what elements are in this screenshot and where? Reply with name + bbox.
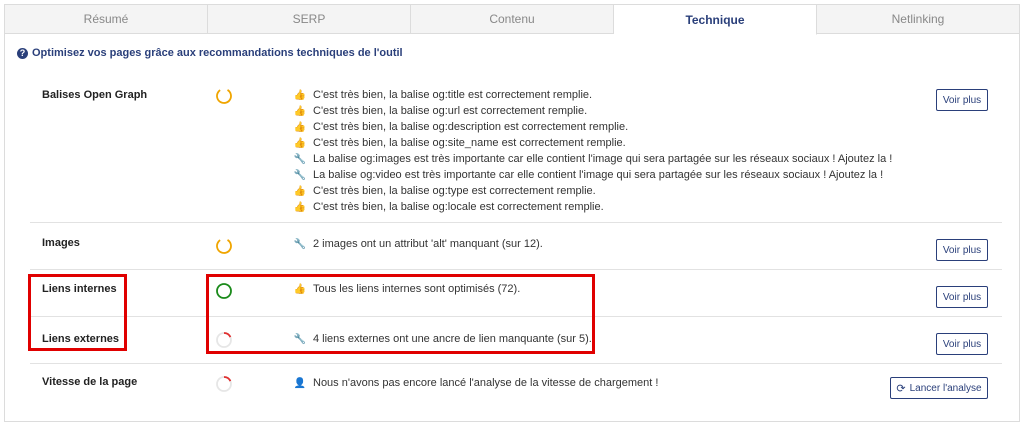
info-text: Optimisez vos pages grâce aux recommanda… bbox=[32, 47, 403, 59]
list-item: 👤 Nous n'avons pas encore lancé l'analyse… bbox=[293, 377, 659, 389]
voir-plus-button[interactable]: Voir plus bbox=[936, 286, 988, 308]
row-label: Images bbox=[42, 237, 80, 249]
row-page-speed: Vitesse de la page 👤 Nous n'avons pas enc… bbox=[30, 364, 1002, 411]
list-item: 👍 C'est très bien, la balise og:locale es… bbox=[293, 201, 604, 213]
message-list: 👤 Nous n'avons pas encore lancé l'analyse… bbox=[293, 375, 659, 391]
list-item: 👍 C'est très bien, la balise og:site_name… bbox=[293, 137, 626, 149]
thumbs-up-icon: 👍 bbox=[293, 137, 307, 149]
thumbs-up-icon: 👍 bbox=[293, 185, 307, 197]
tab-technique[interactable]: Technique bbox=[614, 5, 817, 35]
thumbs-up-icon: 👍 bbox=[293, 121, 307, 133]
thumbs-up-icon: 👍 bbox=[293, 201, 307, 213]
wrench-icon: 🔧 bbox=[293, 169, 307, 181]
list-item: 👍 C'est très bien, la balise og:descripti… bbox=[293, 121, 629, 133]
list-item: 🔧 La balise og:images est très importante… bbox=[293, 153, 893, 165]
list-item: 👍 C'est très bien, la balise og:url est c… bbox=[293, 105, 588, 117]
score-ring-orange bbox=[216, 88, 232, 104]
row-label: Vitesse de la page bbox=[42, 376, 138, 388]
wrench-icon: 🔧 bbox=[293, 238, 307, 250]
tab-serp[interactable]: SERP bbox=[208, 5, 411, 33]
thumbs-up-icon: 👍 bbox=[293, 89, 307, 101]
question-circle-icon: ? bbox=[17, 47, 28, 59]
highlight-box-results bbox=[206, 274, 595, 354]
score-ring-orange bbox=[216, 238, 232, 254]
list-item: 🔧 La balise og:video est très importante … bbox=[293, 169, 884, 181]
tab-bar: Résumé SERP Contenu Technique Netlinking bbox=[5, 5, 1019, 35]
score-ring-red bbox=[216, 376, 232, 392]
highlight-box-labels bbox=[28, 274, 127, 351]
user-icon: 👤 bbox=[293, 377, 307, 389]
row-label: Balises Open Graph bbox=[42, 89, 148, 101]
thumbs-up-icon: 👍 bbox=[293, 105, 307, 117]
list-item: 👍 C'est très bien, la balise og:type est … bbox=[293, 185, 596, 197]
wrench-icon: 🔧 bbox=[293, 153, 307, 165]
run-analysis-button[interactable]: ⟳ Lancer l'analyse bbox=[890, 377, 988, 399]
info-banner: ? Optimisez vos pages grâce aux recomman… bbox=[17, 47, 403, 59]
list-item: 👍 C'est très bien, la balise og:title est… bbox=[293, 89, 593, 101]
row-images: Images 🔧 2 images ont un attribut 'alt' m… bbox=[30, 223, 1002, 270]
voir-plus-button[interactable]: Voir plus bbox=[936, 89, 988, 111]
message-list: 👍 C'est très bien, la balise og:title est… bbox=[293, 87, 893, 215]
tab-netlinking[interactable]: Netlinking bbox=[817, 5, 1019, 33]
voir-plus-button[interactable]: Voir plus bbox=[936, 239, 988, 261]
tab-contenu[interactable]: Contenu bbox=[411, 5, 614, 33]
technique-panel: Résumé SERP Contenu Technique Netlinking… bbox=[4, 4, 1020, 422]
run-analysis-label: Lancer l'analyse bbox=[909, 382, 982, 394]
message-list: 🔧 2 images ont un attribut 'alt' manquant… bbox=[293, 236, 543, 252]
tab-resume[interactable]: Résumé bbox=[5, 5, 208, 33]
refresh-icon: ⟳ bbox=[896, 382, 906, 395]
voir-plus-button[interactable]: Voir plus bbox=[936, 333, 988, 355]
list-item: 🔧 2 images ont un attribut 'alt' manquant… bbox=[293, 238, 543, 250]
row-open-graph: Balises Open Graph 👍 C'est très bien, la … bbox=[30, 81, 1002, 223]
